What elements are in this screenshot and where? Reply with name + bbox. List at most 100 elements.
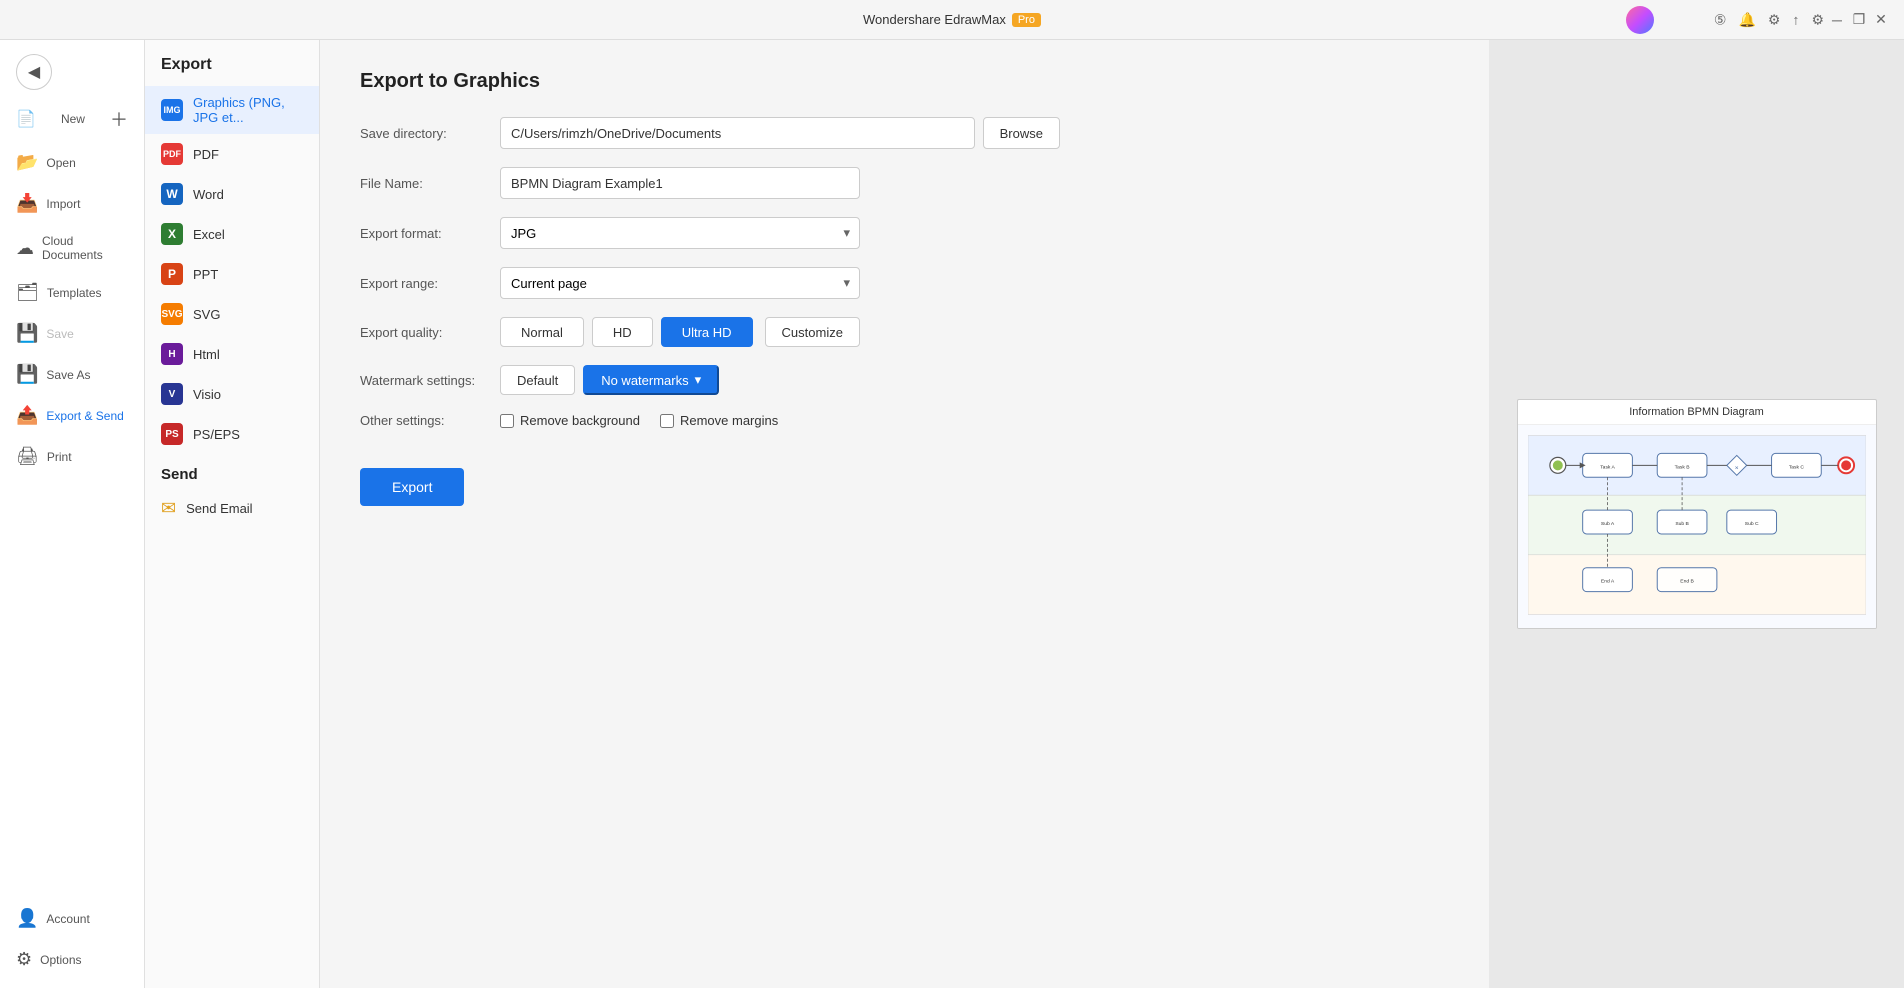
export-menu-item-pseps[interactable]: PS PS/EPS — [145, 414, 319, 454]
bpmn-diagram-svg: Task A Task B ✕ Task C Sub A — [1528, 435, 1866, 615]
export-menu-item-html[interactable]: H Html — [145, 334, 319, 374]
sidebar-item-templates[interactable]: 🗂 Templates — [0, 272, 144, 313]
remove-background-checkbox[interactable] — [500, 414, 514, 428]
file-name-input[interactable] — [500, 167, 860, 199]
remove-margins-label[interactable]: Remove margins — [660, 413, 778, 428]
export-quality-control: Normal HD Ultra HD Customize — [500, 317, 1060, 347]
svg-text:Sub A: Sub A — [1600, 521, 1614, 527]
quality-normal-button[interactable]: Normal — [500, 317, 584, 347]
export-format-control: JPG PNG BMP TIFF GIF — [500, 217, 1060, 249]
export-icon: 📤 — [16, 405, 38, 426]
notification-icon[interactable]: 🔔 — [1738, 11, 1755, 28]
customize-button[interactable]: Customize — [765, 317, 860, 347]
avatar — [1626, 6, 1654, 34]
save-directory-row: Save directory: Browse — [360, 117, 1449, 149]
word-icon: W — [161, 183, 183, 205]
open-icon: 📂 — [16, 152, 38, 173]
export-menu-item-visio[interactable]: V Visio — [145, 374, 319, 414]
browse-button[interactable]: Browse — [983, 117, 1060, 149]
watermark-label: Watermark settings: — [360, 373, 500, 388]
export-range-row: Export range: Current page All pages Sel… — [360, 267, 1449, 299]
quality-ultrahd-button[interactable]: Ultra HD — [661, 317, 753, 347]
help-icon[interactable]: ⑤ — [1714, 11, 1727, 28]
plus-icon[interactable]: ＋ — [110, 106, 128, 132]
settings-icon[interactable]: ⚙ — [1811, 11, 1824, 28]
sidebar-item-saveas[interactable]: 💾 Save As — [0, 354, 144, 395]
sidebar-item-new[interactable]: 📄 New ＋ — [0, 96, 144, 142]
print-icon: 🖨 — [16, 446, 39, 467]
svg-text:Task B: Task B — [1674, 464, 1690, 470]
export-range-label: Export range: — [360, 276, 500, 291]
svg-text:Task C: Task C — [1788, 464, 1804, 470]
export-menu-item-svg[interactable]: SVG SVG — [145, 294, 319, 334]
svg-text:Sub C: Sub C — [1744, 521, 1758, 527]
maximize-button[interactable]: ❐ — [1852, 13, 1866, 27]
page-title: Export to Graphics — [360, 70, 1449, 93]
watermark-nowatermarks-button[interactable]: No watermarks ▾ — [583, 365, 719, 395]
email-icon: ✉ — [161, 498, 176, 519]
export-quality-row: Export quality: Normal HD Ultra HD Custo… — [360, 317, 1449, 347]
minimize-button[interactable]: ─ — [1830, 13, 1844, 27]
excel-icon: X — [161, 223, 183, 245]
app-title: Wondershare EdrawMax Pro — [863, 12, 1041, 27]
html-icon: H — [161, 343, 183, 365]
account-icon: 👤 — [16, 908, 38, 929]
export-format-row: Export format: JPG PNG BMP TIFF GIF — [360, 217, 1449, 249]
sidebar-item-save[interactable]: 💾 Save — [0, 313, 144, 354]
window-controls: ─ ❐ ✕ — [1830, 13, 1888, 27]
file-name-row: File Name: — [360, 167, 1449, 199]
preview-diagram: Task A Task B ✕ Task C Sub A — [1518, 425, 1876, 628]
saveas-icon: 💾 — [16, 364, 38, 385]
pdf-icon: PDF — [161, 143, 183, 165]
remove-background-label[interactable]: Remove background — [500, 413, 640, 428]
share-icon[interactable]: ↑ — [1792, 12, 1799, 28]
save-directory-input[interactable] — [500, 117, 975, 149]
back-button[interactable]: ◀ — [16, 54, 52, 90]
new-icon: 📄 — [16, 109, 36, 129]
main-content: Export to Graphics Save directory: Brows… — [320, 40, 1489, 988]
export-button[interactable]: Export — [360, 468, 464, 506]
export-quality-label: Export quality: — [360, 325, 500, 340]
ps-icon: PS — [161, 423, 183, 445]
header-icons: ⑤ 🔔 ⚙ ↑ ⚙ — [1714, 11, 1824, 28]
sidebar-item-print[interactable]: 🖨 Print — [0, 436, 144, 477]
options-icon: ⚙ — [16, 949, 32, 970]
export-menu-item-pdf[interactable]: PDF PDF — [145, 134, 319, 174]
title-bar: Wondershare EdrawMax Pro ⑤ 🔔 ⚙ ↑ ⚙ ─ ❐ ✕ — [0, 0, 1904, 40]
sidebar-item-account[interactable]: 👤 Account — [0, 898, 144, 939]
templates-icon: 🗂 — [16, 282, 39, 303]
graphics-icon: IMG — [161, 99, 183, 121]
watermark-row: Watermark settings: Default No watermark… — [360, 365, 1449, 395]
sidebar-item-open[interactable]: 📂 Open — [0, 142, 144, 183]
export-menu-item-graphics[interactable]: IMG Graphics (PNG, JPG et... — [145, 86, 319, 134]
other-settings-row: Other settings: Remove background Remove… — [360, 413, 1449, 428]
import-icon: 📥 — [16, 193, 38, 214]
sidebar-item-import[interactable]: 📥 Import — [0, 183, 144, 224]
preview-title: Information BPMN Diagram — [1518, 400, 1876, 425]
export-title: Export — [145, 52, 319, 86]
quality-hd-button[interactable]: HD — [592, 317, 653, 347]
cloud-icon: ☁ — [16, 238, 34, 259]
watermark-default-button[interactable]: Default — [500, 365, 575, 395]
sidebar-item-options[interactable]: ⚙ Options — [0, 939, 144, 980]
send-email-item[interactable]: ✉ Send Email — [145, 489, 319, 528]
other-settings-label: Other settings: — [360, 413, 500, 428]
sidebar-item-exportandsend[interactable]: 📤 Export & Send — [0, 395, 144, 436]
watermark-control: Default No watermarks ▾ — [500, 365, 1060, 395]
sidebar-item-cloud[interactable]: ☁ Cloud Documents — [0, 224, 144, 272]
export-menu-item-excel[interactable]: X Excel — [145, 214, 319, 254]
remove-margins-checkbox[interactable] — [660, 414, 674, 428]
export-menu-item-ppt[interactable]: P PPT — [145, 254, 319, 294]
export-menu-item-word[interactable]: W Word — [145, 174, 319, 214]
close-button[interactable]: ✕ — [1874, 13, 1888, 27]
other-settings-control: Remove background Remove margins — [500, 413, 1060, 428]
svg-text:End A: End A — [1600, 579, 1614, 585]
sidebar-export: Export IMG Graphics (PNG, JPG et... PDF … — [145, 40, 320, 988]
export-range-select[interactable]: Current page All pages Selected pages — [500, 267, 860, 299]
sidebar-narrow: ◀ 📄 New ＋ 📂 Open 📥 Import ☁ Cloud Docume… — [0, 40, 145, 988]
visio-icon: V — [161, 383, 183, 405]
export-format-select[interactable]: JPG PNG BMP TIFF GIF — [500, 217, 860, 249]
svg-text:✕: ✕ — [1734, 465, 1738, 471]
tools-icon[interactable]: ⚙ — [1768, 11, 1781, 28]
svg-icon: SVG — [161, 303, 183, 325]
